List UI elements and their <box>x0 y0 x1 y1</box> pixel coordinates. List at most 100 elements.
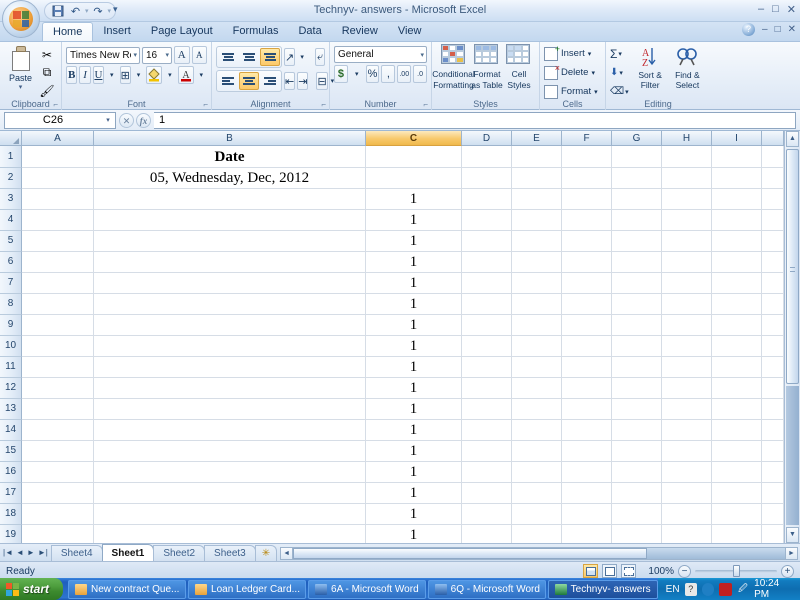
cell-B2[interactable]: 05, Wednesday, Dec, 2012 <box>94 168 366 189</box>
cell-C19[interactable]: 1 <box>366 525 462 543</box>
row-header-4[interactable]: 4 <box>0 210 22 231</box>
cell-F12[interactable] <box>562 378 612 399</box>
cell-B18[interactable] <box>94 504 366 525</box>
cell-A6[interactable] <box>22 252 94 273</box>
zoom-slider[interactable] <box>695 565 777 577</box>
cell-C13[interactable]: 1 <box>366 399 462 420</box>
cell-H9[interactable] <box>662 315 712 336</box>
cell-H12[interactable] <box>662 378 712 399</box>
fill-button[interactable]: ⬇ ▾ <box>610 63 632 82</box>
cell-C17[interactable]: 1 <box>366 483 462 504</box>
pen-tray-icon[interactable]: 🖉 <box>737 583 749 596</box>
cell-A3[interactable] <box>22 189 94 210</box>
format-painter-icon[interactable]: 🖌 <box>37 82 57 99</box>
office-button[interactable] <box>2 0 40 38</box>
format-as-table-button[interactable]: Format as Table <box>471 44 503 90</box>
top-align-icon[interactable] <box>218 48 238 66</box>
prev-sheet-icon[interactable]: ◄ <box>16 548 24 557</box>
cell-F7[interactable] <box>562 273 612 294</box>
cell-C3[interactable]: 1 <box>366 189 462 210</box>
cell-6[interactable] <box>762 252 784 273</box>
cell-B6[interactable] <box>94 252 366 273</box>
cell-A15[interactable] <box>22 441 94 462</box>
cell-D7[interactable] <box>462 273 512 294</box>
decrease-decimal-icon[interactable]: .0 <box>413 65 427 83</box>
name-box[interactable]: C26 ▾ <box>4 111 116 129</box>
cell-17[interactable] <box>762 483 784 504</box>
row-header-6[interactable]: 6 <box>0 252 22 273</box>
cell-D16[interactable] <box>462 462 512 483</box>
cell-I17[interactable] <box>712 483 762 504</box>
cell-G2[interactable] <box>612 168 662 189</box>
cell-I15[interactable] <box>712 441 762 462</box>
autosum-dropdown-icon[interactable]: ▾ <box>618 50 622 58</box>
column-header-f[interactable]: F <box>562 131 612 146</box>
font-dialog-launcher[interactable]: ⌐ <box>203 100 208 109</box>
cell-G3[interactable] <box>612 189 662 210</box>
cell-G1[interactable] <box>612 146 662 168</box>
row-header-12[interactable]: 12 <box>0 378 22 399</box>
underline-icon[interactable]: U <box>92 66 105 84</box>
cell-9[interactable] <box>762 315 784 336</box>
minimize-button[interactable]: – <box>758 3 764 16</box>
cell-D5[interactable] <box>462 231 512 252</box>
scroll-right-button[interactable]: ► <box>785 546 798 560</box>
decrease-indent-icon[interactable]: ⇤ <box>284 72 296 90</box>
cell-A9[interactable] <box>22 315 94 336</box>
cell-F17[interactable] <box>562 483 612 504</box>
borders-icon[interactable]: ⊞ <box>119 66 131 84</box>
align-left-icon[interactable] <box>218 72 238 90</box>
cell-D18[interactable] <box>462 504 512 525</box>
cell-C9[interactable]: 1 <box>366 315 462 336</box>
cell-F18[interactable] <box>562 504 612 525</box>
name-box-dropdown-icon[interactable]: ▾ <box>101 116 115 124</box>
vertical-scroll-track[interactable] <box>786 386 799 525</box>
clear-dropdown-icon[interactable]: ▾ <box>625 88 629 96</box>
cell-H14[interactable] <box>662 420 712 441</box>
cell-A18[interactable] <box>22 504 94 525</box>
paste-dropdown-icon[interactable]: ▾ <box>19 83 23 91</box>
cell-F2[interactable] <box>562 168 612 189</box>
tab-formulas[interactable]: Formulas <box>223 22 289 41</box>
fill-dropdown-icon[interactable]: ▾ <box>619 69 623 77</box>
cell-D4[interactable] <box>462 210 512 231</box>
cell-A10[interactable] <box>22 336 94 357</box>
cell-D17[interactable] <box>462 483 512 504</box>
cell-B8[interactable] <box>94 294 366 315</box>
scroll-left-button[interactable]: ◄ <box>280 546 294 560</box>
zoom-in-button[interactable]: + <box>781 564 794 578</box>
cell-I2[interactable] <box>712 168 762 189</box>
column-header-e[interactable]: E <box>512 131 562 146</box>
comma-format-icon[interactable]: , <box>381 65 396 83</box>
cell-I10[interactable] <box>712 336 762 357</box>
cell-F9[interactable] <box>562 315 612 336</box>
cell-G5[interactable] <box>612 231 662 252</box>
scroll-up-button[interactable]: ▲ <box>786 131 799 147</box>
cell-G10[interactable] <box>612 336 662 357</box>
cell-E14[interactable] <box>512 420 562 441</box>
cell-G9[interactable] <box>612 315 662 336</box>
cell-F3[interactable] <box>562 189 612 210</box>
cell-B10[interactable] <box>94 336 366 357</box>
cell-F15[interactable] <box>562 441 612 462</box>
align-center-icon[interactable] <box>239 72 259 90</box>
cell-H3[interactable] <box>662 189 712 210</box>
cell-11[interactable] <box>762 357 784 378</box>
cell-E17[interactable] <box>512 483 562 504</box>
cell-C10[interactable]: 1 <box>366 336 462 357</box>
cell-E16[interactable] <box>512 462 562 483</box>
italic-icon[interactable]: I <box>79 66 91 84</box>
cell-G17[interactable] <box>612 483 662 504</box>
cell-C15[interactable]: 1 <box>366 441 462 462</box>
cell-E2[interactable] <box>512 168 562 189</box>
number-dialog-launcher[interactable]: ⌐ <box>423 100 428 109</box>
delete-dropdown-icon[interactable]: ▾ <box>591 69 595 77</box>
cell-E10[interactable] <box>512 336 562 357</box>
cut-icon[interactable]: ✂ <box>37 46 57 63</box>
cell-4[interactable] <box>762 210 784 231</box>
font-name-combo[interactable]: Times New Rom ▾ <box>66 46 140 64</box>
cell-B4[interactable] <box>94 210 366 231</box>
cell-styles-button[interactable]: Cell Styles <box>503 44 535 90</box>
cell-15[interactable] <box>762 441 784 462</box>
cell-A1[interactable] <box>22 146 94 168</box>
